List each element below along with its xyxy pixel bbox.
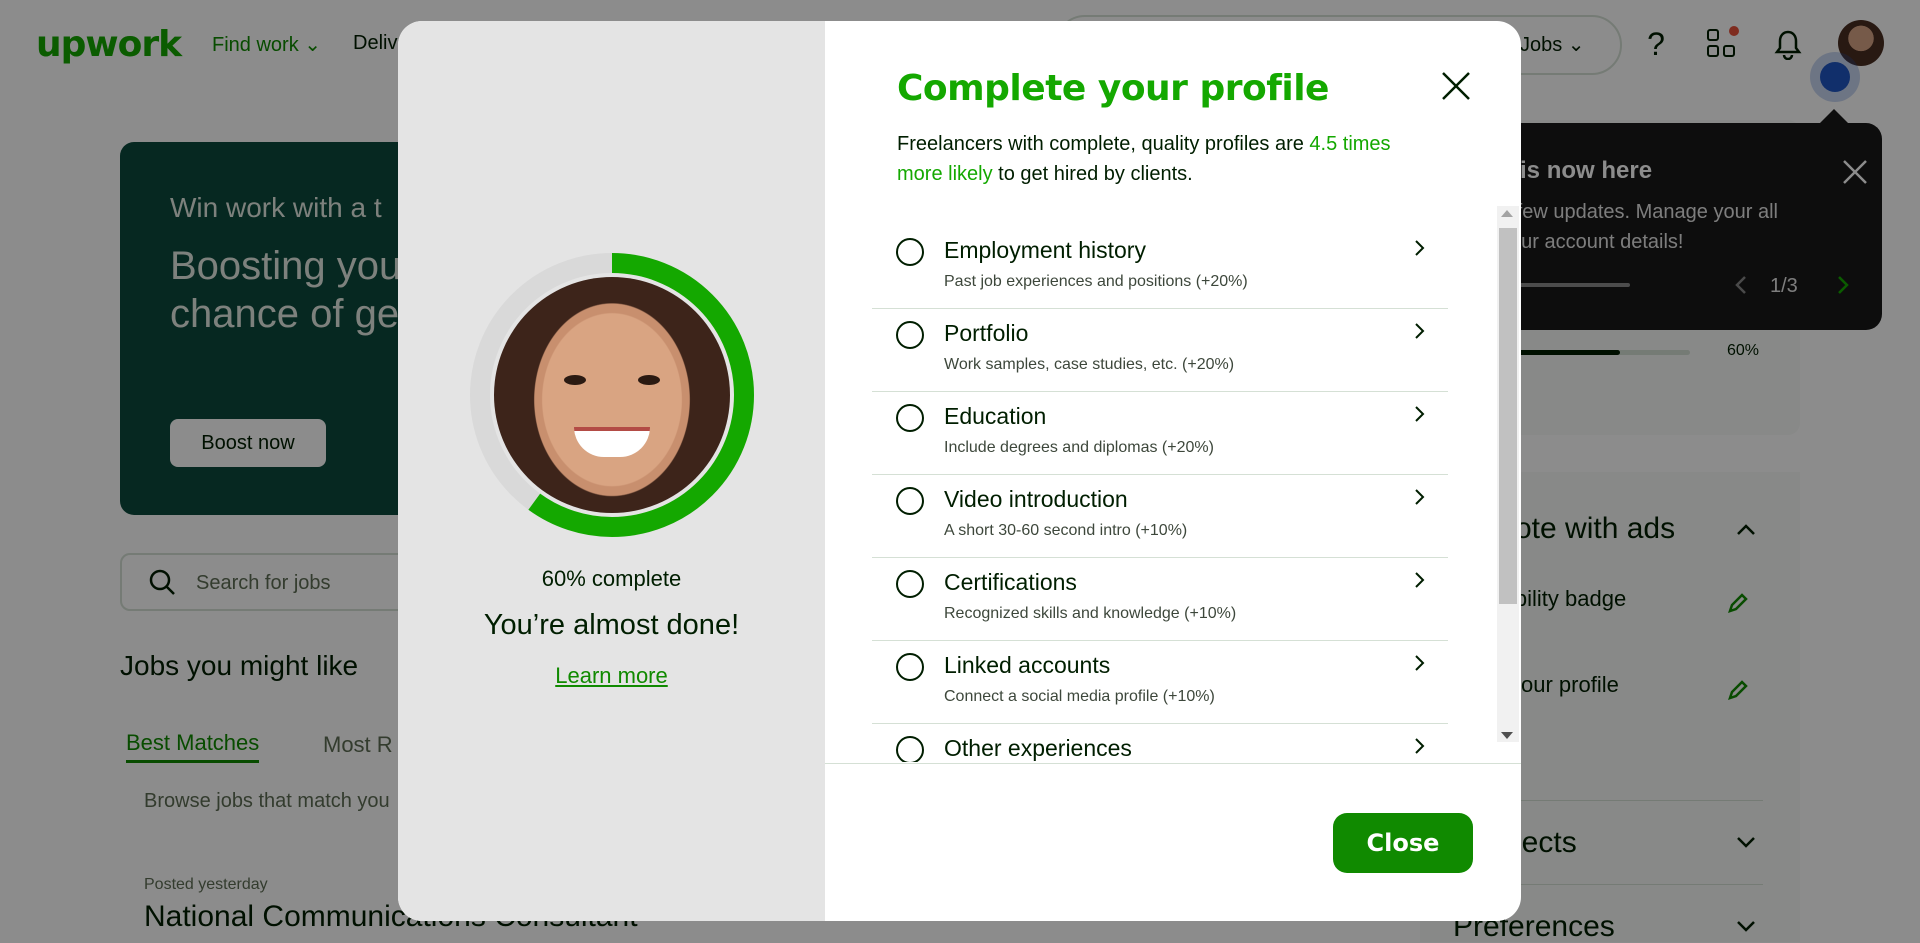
task-title: Certifications xyxy=(944,569,1077,595)
task-description: Work samples, case studies, etc. (+20%) xyxy=(944,356,1235,373)
modal-subtitle: Freelancers with complete, quality profi… xyxy=(897,129,1427,189)
task-title: Employment history xyxy=(944,237,1146,263)
radio-button[interactable] xyxy=(896,321,924,349)
task-list-item[interactable]: Certifications Recognized skills and know… xyxy=(872,558,1448,641)
task-list-item[interactable]: Linked accounts Connect a social media pr… xyxy=(872,641,1448,724)
task-description: Connect a social media profile (+10%) xyxy=(944,688,1215,705)
radio-button[interactable] xyxy=(896,238,924,266)
list-scrollbar[interactable] xyxy=(1497,206,1519,742)
task-list-item[interactable]: Portfolio Work samples, case studies, etc… xyxy=(872,309,1448,392)
task-list-items: Employment history Past job experiences a… xyxy=(872,226,1448,762)
radio-button[interactable] xyxy=(896,487,924,515)
task-title: Linked accounts xyxy=(944,652,1111,678)
task-description: A short 30-60 second intro (+10%) xyxy=(944,522,1188,539)
task-list-item[interactable]: Other experiences xyxy=(872,724,1448,762)
profile-task-list[interactable]: Employment history Past job experiences a… xyxy=(826,226,1518,762)
chevron-right-icon xyxy=(1415,240,1425,256)
task-description: Past job experiences and positions (+20%… xyxy=(944,273,1248,290)
chevron-right-icon xyxy=(1415,572,1425,588)
task-title: Education xyxy=(944,403,1047,429)
chevron-right-icon xyxy=(1415,655,1425,671)
task-description: Recognized skills and knowledge (+10%) xyxy=(944,605,1237,622)
task-list-item[interactable]: Education Include degrees and diplomas (+… xyxy=(872,392,1448,475)
chevron-right-icon xyxy=(1415,406,1425,422)
modal-title: Complete your profile xyxy=(897,68,1329,109)
complete-profile-modal: 60% complete You’re almost done! Learn m… xyxy=(398,21,1521,921)
profile-photo xyxy=(494,277,730,513)
chevron-right-icon xyxy=(1415,489,1425,505)
learn-more-link[interactable]: Learn more xyxy=(398,663,825,689)
progress-percent-label: 60% complete xyxy=(541,566,682,591)
radio-button[interactable] xyxy=(896,653,924,681)
scroll-up-arrow[interactable] xyxy=(1501,210,1513,217)
radio-button[interactable] xyxy=(896,736,924,762)
task-title: Video introduction xyxy=(944,486,1128,512)
subtitle-text-end: to get hired by clients. xyxy=(992,163,1193,185)
task-title: Other experiences xyxy=(944,735,1132,761)
task-list-item[interactable]: Video introduction A short 30-60 second i… xyxy=(872,475,1448,558)
close-button[interactable]: Close xyxy=(1333,813,1473,873)
footer-divider xyxy=(825,763,1521,764)
task-description: Include degrees and diplomas (+20%) xyxy=(944,439,1214,456)
progress-headline: You’re almost done! xyxy=(483,609,740,641)
modal-progress-panel: 60% complete You’re almost done! Learn m… xyxy=(398,21,825,921)
close-icon[interactable] xyxy=(1438,68,1474,104)
radio-button[interactable] xyxy=(896,404,924,432)
subtitle-text: Freelancers with complete, quality profi… xyxy=(897,133,1310,155)
chevron-right-icon xyxy=(1415,738,1425,754)
radio-button[interactable] xyxy=(896,570,924,598)
scroll-down-arrow[interactable] xyxy=(1501,732,1513,739)
scroll-thumb[interactable] xyxy=(1499,228,1517,604)
task-list-item[interactable]: Employment history Past job experiences a… xyxy=(872,226,1448,309)
chevron-right-icon xyxy=(1415,323,1425,339)
task-title: Portfolio xyxy=(944,320,1029,346)
